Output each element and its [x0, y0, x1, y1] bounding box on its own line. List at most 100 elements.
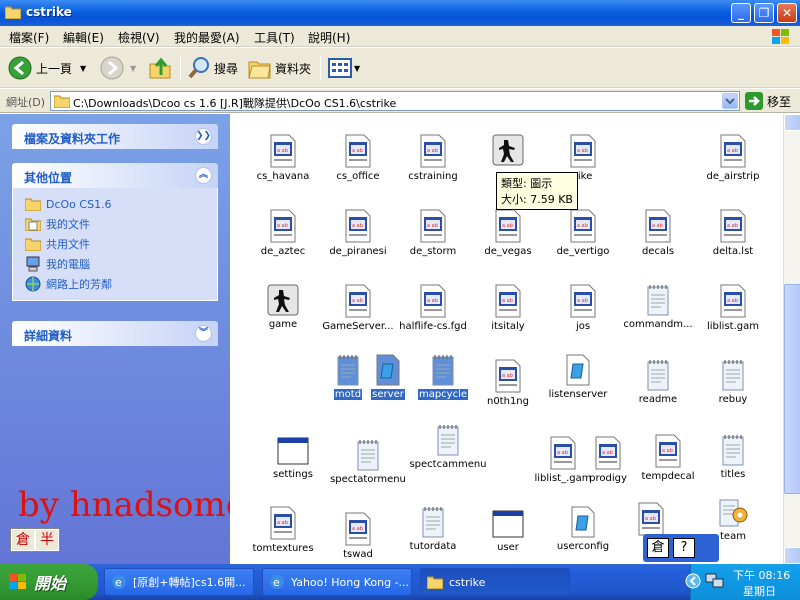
- task-yahoo[interactable]: e Yahoo! Hong Kong -...: [262, 568, 412, 596]
- file-item[interactable]: a ab de_aztec: [240, 209, 326, 257]
- place-my-computer[interactable]: 我的電腦: [25, 254, 217, 274]
- start-button[interactable]: 開始: [0, 564, 98, 600]
- file-item[interactable]: a ab delta.lst: [690, 209, 776, 257]
- file-item[interactable]: listenserver: [535, 354, 621, 400]
- menu-favorites[interactable]: 我的最愛(A): [174, 29, 240, 46]
- file-item[interactable]: a ab de_vegas: [465, 209, 551, 257]
- menu-help[interactable]: 說明(H): [308, 29, 350, 46]
- forward-button[interactable]: ▼: [100, 54, 136, 82]
- details-panel: 詳細資料 ︾: [12, 321, 218, 346]
- file-item[interactable]: user: [465, 509, 551, 553]
- file-item[interactable]: readme: [615, 359, 701, 405]
- file-item[interactable]: a ab de_airstrip: [690, 134, 776, 182]
- file-item[interactable]: a ab cs_office: [315, 134, 401, 182]
- place-dcoo-cs16[interactable]: DcOo CS1.6: [25, 194, 217, 214]
- clock-time[interactable]: 下午 08:16: [733, 567, 790, 583]
- place-my-documents[interactable]: 我的文件: [25, 214, 217, 234]
- details-header[interactable]: 詳細資料 ︾: [12, 321, 218, 346]
- address-input[interactable]: C:\Downloads\Dcoo cs 1.6 [J.R]戰隊提供\DcOo …: [50, 91, 740, 111]
- views-icon: [328, 58, 352, 78]
- file-item[interactable]: a ab de_storm: [390, 209, 476, 257]
- file-item[interactable]: spectcammenu: [405, 424, 491, 470]
- close-button[interactable]: ✕: [777, 3, 797, 23]
- file-item[interactable]: a ab cs_havana: [240, 134, 326, 182]
- expand-icon[interactable]: ❯❯: [195, 128, 212, 145]
- views-button[interactable]: ▼: [328, 54, 360, 82]
- folder-icon: [25, 198, 41, 211]
- file-item[interactable]: a ab tomtextures: [240, 506, 326, 554]
- chevron-down-icon[interactable]: ▼: [354, 64, 360, 73]
- file-item[interactable]: a ab halflife-cs.fgd: [390, 284, 476, 332]
- file-item[interactable]: commandm...: [615, 284, 701, 330]
- file-name: liblist.gam: [707, 321, 759, 332]
- file-name: cs_havana: [256, 171, 310, 182]
- file-item[interactable]: titles: [690, 434, 776, 480]
- file-name: halflife-cs.fgd: [399, 321, 467, 332]
- file-item[interactable]: a ab decals: [615, 209, 701, 257]
- ime-help-button[interactable]: ?: [673, 538, 695, 558]
- task-forum-post[interactable]: e [原創+轉帖]cs1.6開...: [104, 568, 254, 596]
- file-name: user: [497, 542, 519, 553]
- back-button[interactable]: 上一頁 ▼: [8, 54, 86, 82]
- ime-mode[interactable]: 倉: [11, 529, 35, 551]
- minimize-button[interactable]: _: [731, 3, 751, 23]
- vertical-scrollbar[interactable]: [783, 114, 800, 564]
- file-item[interactable]: settings: [250, 436, 336, 480]
- window-file-icon: [465, 509, 551, 539]
- scroll-thumb[interactable]: [784, 284, 800, 494]
- maximize-button[interactable]: ❐: [754, 3, 774, 23]
- svg-text:a ab: a ab: [502, 223, 513, 229]
- file-tasks-header[interactable]: 檔案及資料夾工作 ❯❯: [12, 124, 218, 149]
- file-item[interactable]: a ab GameServer...: [315, 284, 401, 332]
- place-shared-documents[interactable]: 共用文件: [25, 234, 217, 254]
- back-label: 上一頁: [36, 61, 73, 76]
- windows-logo-icon: [9, 574, 26, 589]
- file-item[interactable]: a ab jos: [540, 284, 626, 332]
- tray-expand-icon[interactable]: [685, 573, 701, 589]
- file-item[interactable]: a ab itsitaly: [465, 284, 551, 332]
- clock-day[interactable]: 星期日: [743, 583, 776, 599]
- ime-indicator[interactable]: 倉 半: [10, 528, 60, 552]
- file-item[interactable]: rebuy: [690, 359, 776, 405]
- place-network[interactable]: 網路上的芳鄰: [25, 274, 217, 294]
- network-status-icon[interactable]: [705, 572, 725, 590]
- window-file-icon: [250, 436, 336, 466]
- file-item[interactable]: a ab cstraining: [390, 134, 476, 182]
- folders-button[interactable]: 資料夾: [248, 54, 311, 82]
- menu-tools[interactable]: 工具(T): [254, 29, 295, 46]
- file-item[interactable]: a ab tswad: [315, 512, 401, 560]
- go-button[interactable]: 移至: [745, 92, 791, 110]
- map-file-icon: a ab: [615, 209, 701, 243]
- scroll-up-button[interactable]: [784, 114, 800, 131]
- up-folder-button[interactable]: [148, 54, 172, 82]
- file-item[interactable]: a ab de_vertigo: [540, 209, 626, 257]
- scroll-down-button[interactable]: [784, 547, 800, 564]
- svg-text:a ab: a ab: [352, 298, 363, 304]
- file-name: de_piranesi: [329, 246, 387, 257]
- collapse-icon[interactable]: ︽: [195, 167, 212, 184]
- search-button[interactable]: 搜尋: [187, 54, 238, 82]
- menu-view[interactable]: 檢視(V): [118, 29, 160, 46]
- menu-edit[interactable]: 編輯(E): [63, 29, 104, 46]
- file-item[interactable]: a ab liblist.gam: [690, 284, 776, 332]
- ime-width[interactable]: 半: [35, 529, 59, 551]
- task-cstrike[interactable]: cstrike: [420, 568, 570, 596]
- chevron-down-icon[interactable]: ▼: [130, 64, 136, 73]
- chevron-down-icon[interactable]: ▼: [80, 64, 86, 73]
- file-item[interactable]: tutordata: [390, 506, 476, 552]
- menu-file[interactable]: 檔案(F): [9, 29, 49, 46]
- other-places-header[interactable]: 其他位置 ︽: [12, 163, 218, 188]
- ime-toolbar[interactable]: 倉 ?: [643, 534, 719, 562]
- ime-mode-button[interactable]: 倉: [647, 538, 669, 558]
- address-dropdown-button[interactable]: [722, 93, 738, 109]
- cs-logo-icon: [240, 284, 326, 316]
- map-file-icon: a ab: [390, 134, 476, 168]
- file-item[interactable]: game: [240, 284, 326, 330]
- svg-text:a ab: a ab: [502, 373, 513, 379]
- task-label: cstrike: [449, 575, 486, 589]
- title-bar[interactable]: cstrike _ ❐ ✕: [0, 0, 800, 26]
- expand-icon[interactable]: ︾: [195, 325, 212, 342]
- file-item[interactable]: spectatormenu: [325, 439, 411, 485]
- svg-text:a ab: a ab: [427, 148, 438, 154]
- file-item[interactable]: a ab de_piranesi: [315, 209, 401, 257]
